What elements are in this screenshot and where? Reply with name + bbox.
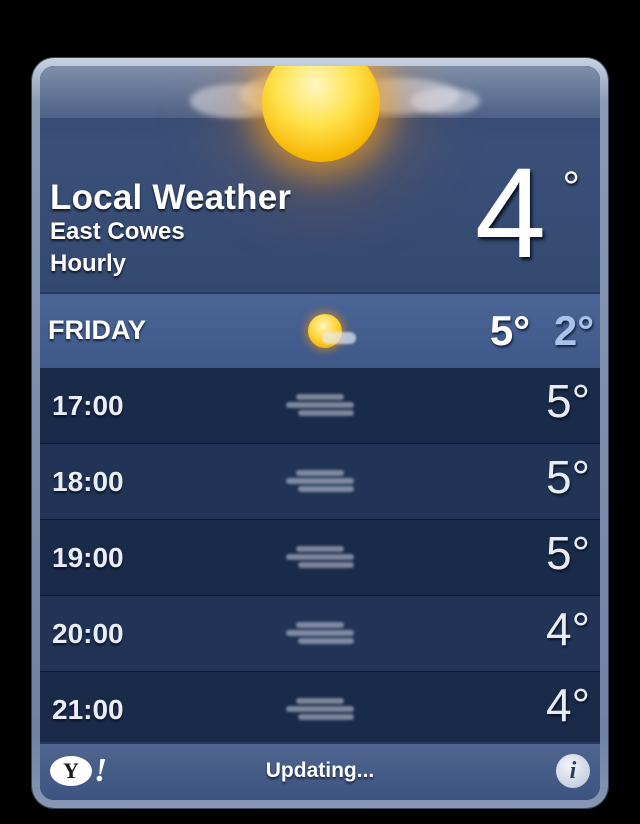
info-button[interactable]: i [556,754,590,788]
day-summary-row: FRIDAY 5° 2° [40,292,600,370]
hour-row: 18:00 5° [40,444,600,520]
fog-icon [286,540,358,574]
high-temperature: 5° [489,307,530,354]
hourly-list: 17:00 5° 18:00 5° 19:00 5° 20:00 4° 21:0… [40,368,600,748]
hour-temperature: 4° [546,679,590,731]
day-label: FRIDAY [48,315,147,345]
hour-row: 20:00 4° [40,596,600,672]
hour-temperature: 5° [546,527,590,579]
hour-time: 21:00 [52,694,124,725]
fog-icon [286,464,358,498]
weather-header: Local Weather East Cowes Hourly 4 ° [40,66,600,292]
forecast-mode: Hourly [50,250,127,277]
hour-row: 19:00 5° [40,520,600,596]
hour-temperature: 5° [546,375,590,427]
widget-panel: Local Weather East Cowes Hourly 4 ° FRID… [40,66,600,800]
hour-time: 17:00 [52,390,124,421]
degree-symbol: ° [562,163,580,212]
widget-title: Local Weather [50,178,292,217]
cloud-shape [410,88,480,114]
fog-icon [286,616,358,650]
location-name: East Cowes [50,218,185,245]
current-temperature: 4 [474,142,546,285]
hour-temperature: 4° [546,603,590,655]
hour-time: 19:00 [52,542,124,573]
hour-time: 20:00 [52,618,124,649]
sun-with-clouds-icon [262,66,380,162]
hour-temperature: 5° [546,451,590,503]
cloud-shape [322,332,356,344]
fog-icon [286,692,358,726]
widget-footer: Y ! Updating... i [40,742,600,800]
fog-icon [286,388,358,422]
status-text: Updating... [265,759,375,782]
low-temperature: 2° [553,307,594,354]
weather-widget: Local Weather East Cowes Hourly 4 ° FRID… [32,58,608,808]
hour-row: 17:00 5° [40,368,600,444]
hour-row: 21:00 4° [40,672,600,748]
hour-time: 18:00 [52,466,124,497]
